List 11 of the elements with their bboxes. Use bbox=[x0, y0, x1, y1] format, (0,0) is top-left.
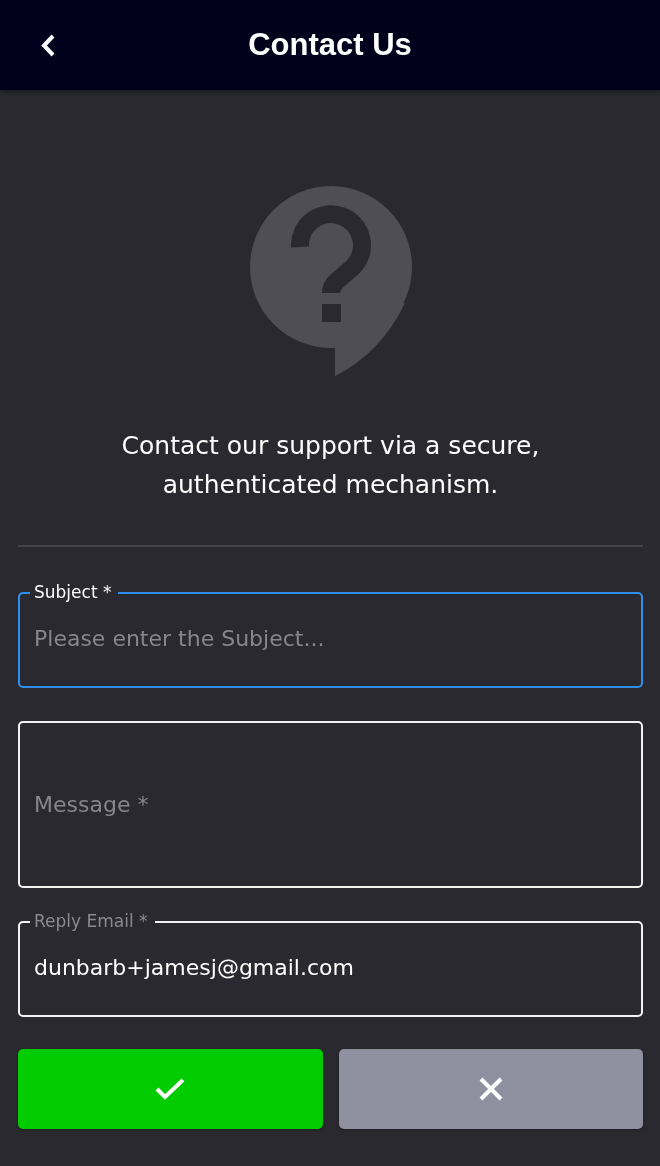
intro-text: Contact our support via a secure, authenticated mechanism. bbox=[120, 430, 541, 501]
field-label: Subject * bbox=[30, 581, 119, 603]
confirm-button[interactable] bbox=[18, 1049, 323, 1129]
checkmark-icon bbox=[155, 1078, 186, 1100]
field-label: Reply Email * bbox=[30, 910, 155, 932]
cancel-button[interactable] bbox=[338, 1049, 643, 1129]
page-title: Contact Us bbox=[248, 27, 412, 63]
chevron-left-icon bbox=[40, 33, 55, 57]
close-icon bbox=[478, 1077, 503, 1101]
text-area-field[interactable]: Message * bbox=[18, 721, 643, 888]
question-bubble-icon bbox=[248, 185, 413, 377]
